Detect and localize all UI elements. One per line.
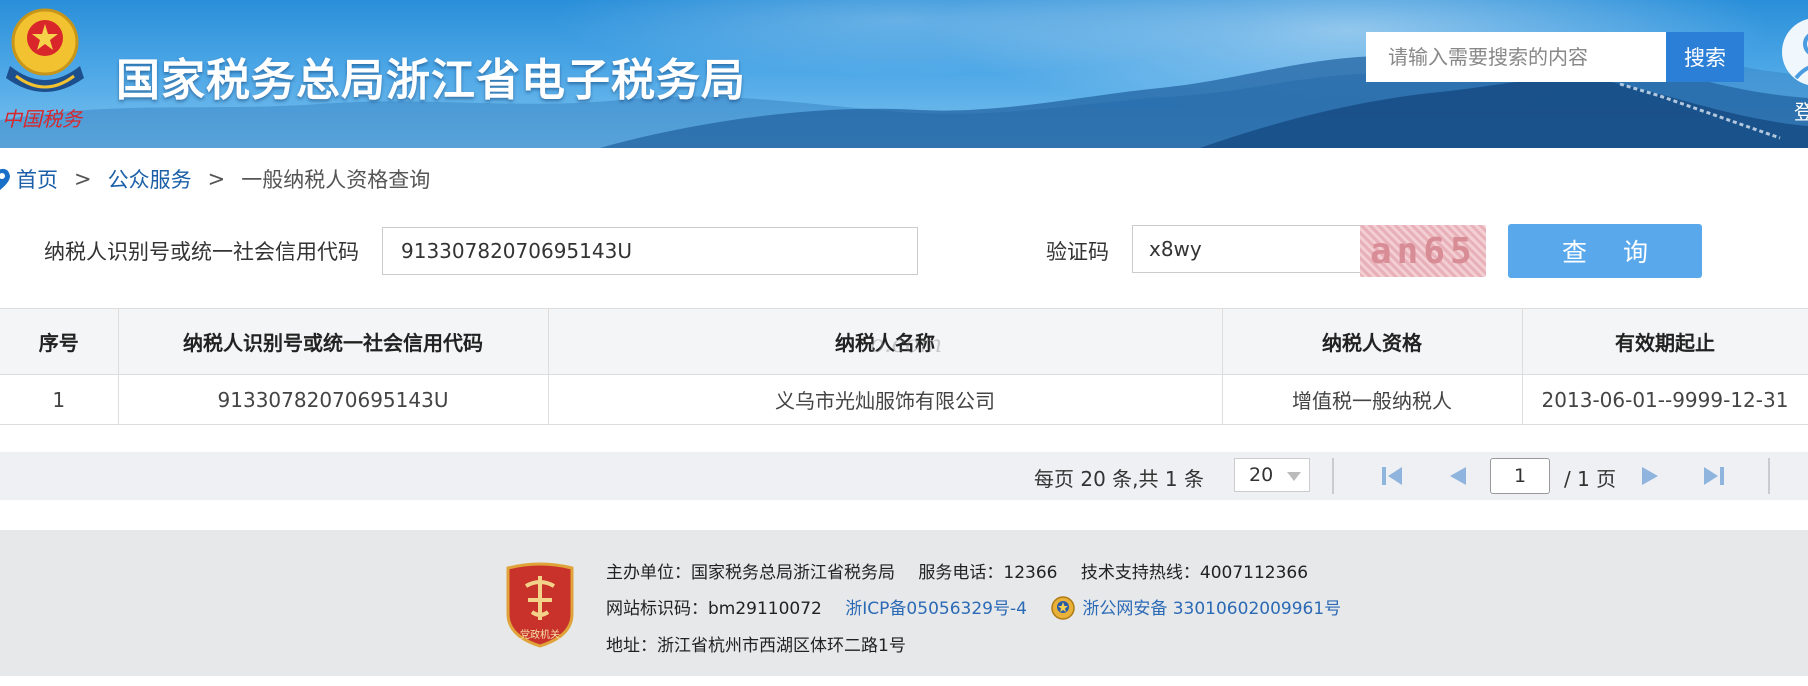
tax-id-input[interactable]	[382, 227, 918, 275]
table-cell-index: 1	[0, 374, 119, 425]
per-page-summary: 每页 20 条,共 1 条	[1034, 467, 1204, 491]
pager-divider	[1768, 458, 1770, 494]
tax-emblem-icon: 中国税务	[2, 8, 84, 131]
page-size-value: 20	[1249, 464, 1274, 486]
location-pin-icon	[0, 168, 10, 190]
breadcrumb-public-service-link[interactable]: 公众服务	[108, 164, 192, 194]
login-label[interactable]: 登	[1794, 96, 1808, 125]
column-header-validity: 有效期起止	[1522, 308, 1808, 375]
table-cell-taxpayer-name: 义乌市光灿服饰有限公司	[548, 374, 1223, 425]
footer-line-host: 主办单位：国家税务总局浙江省税务局 服务电话：12366 技术支持热线：4007…	[606, 558, 1308, 583]
login-button[interactable]: 登	[1780, 14, 1808, 124]
column-header-qualification: 纳税人资格	[1222, 308, 1523, 375]
pagination-bar: 每页 20 条,共 1 条 20 / 1 页	[0, 452, 1808, 500]
captcha-input[interactable]	[1132, 225, 1362, 273]
breadcrumb-separator: >	[207, 167, 226, 191]
column-header-index: 序号	[0, 308, 119, 375]
search-button[interactable]: 搜索	[1666, 32, 1744, 82]
current-page-input[interactable]	[1490, 458, 1550, 494]
result-table: 序号 纳税人识别号或统一社会信用代码 纳税人名称 纳税人资格 有效期起止 1 9…	[0, 308, 1808, 425]
police-badge-icon	[1051, 596, 1076, 620]
site-footer: 党政机关 主办单位：国家税务总局浙江省税务局 服务电话：12366 技术支持热线…	[0, 530, 1808, 676]
tax-id-label: 纳税人识别号或统一社会信用代码	[44, 240, 359, 264]
site-header: 中国税务 国家税务总局浙江省电子税务局 搜索 登	[0, 0, 1808, 148]
pager-divider	[1332, 458, 1334, 494]
emblem-text: 中国税务	[2, 107, 84, 131]
footer-line-ids: 网站标识码：bm29110072 浙ICP备05056329号-4 浙公网安备 …	[606, 594, 1341, 621]
watermark-text: o.com	[870, 330, 943, 358]
user-avatar-icon[interactable]	[1782, 18, 1808, 86]
table-row: 1 91330782070695143U 义乌市光灿服饰有限公司 增值税一般纳税…	[0, 374, 1808, 425]
footer-host: 主办单位：国家税务总局浙江省税务局	[606, 563, 895, 583]
footer-icp-link[interactable]: 浙ICP备05056329号-4	[845, 599, 1027, 619]
previous-page-icon[interactable]	[1444, 462, 1472, 490]
captcha-image-text: an65	[1370, 231, 1477, 272]
badge-text: 党政机关	[520, 628, 560, 641]
total-pages: / 1 页	[1564, 467, 1617, 491]
breadcrumb-current: 一般纳税人资格查询	[241, 168, 431, 192]
footer-phone: 服务电话：12366	[918, 563, 1058, 583]
party-government-badge-icon[interactable]: 党政机关	[504, 562, 576, 648]
footer-police-link[interactable]: 浙公网安备 33010602009961号	[1082, 599, 1341, 619]
table-cell-qualification: 增值税一般纳税人	[1222, 374, 1523, 425]
footer-address: 地址：浙江省杭州市西湖区体环二路1号	[606, 636, 906, 656]
breadcrumb-home-link[interactable]: 首页	[16, 164, 58, 194]
next-page-icon[interactable]	[1636, 462, 1664, 490]
column-header-tax-id: 纳税人识别号或统一社会信用代码	[118, 308, 549, 375]
footer-support: 技术支持热线：4007112366	[1080, 563, 1309, 583]
captcha-image[interactable]: an65	[1360, 225, 1486, 277]
breadcrumb: 首页 > 公众服务 > 一般纳税人资格查询	[0, 164, 430, 194]
footer-site-id: 网站标识码：bm29110072	[606, 599, 822, 619]
first-page-icon[interactable]	[1378, 462, 1406, 490]
last-page-icon[interactable]	[1700, 462, 1728, 490]
table-cell-validity: 2013-06-01--9999-12-31	[1522, 374, 1808, 425]
table-cell-tax-id: 91330782070695143U	[118, 374, 549, 425]
captcha-label: 验证码	[1046, 240, 1109, 264]
search-input[interactable]	[1366, 32, 1666, 82]
breadcrumb-separator: >	[74, 167, 92, 191]
dropdown-caret-icon	[1287, 472, 1301, 481]
site-title: 国家税务总局浙江省电子税务局	[116, 55, 746, 106]
query-button[interactable]: 查 询	[1508, 224, 1702, 278]
page-size-select[interactable]: 20	[1234, 458, 1310, 492]
